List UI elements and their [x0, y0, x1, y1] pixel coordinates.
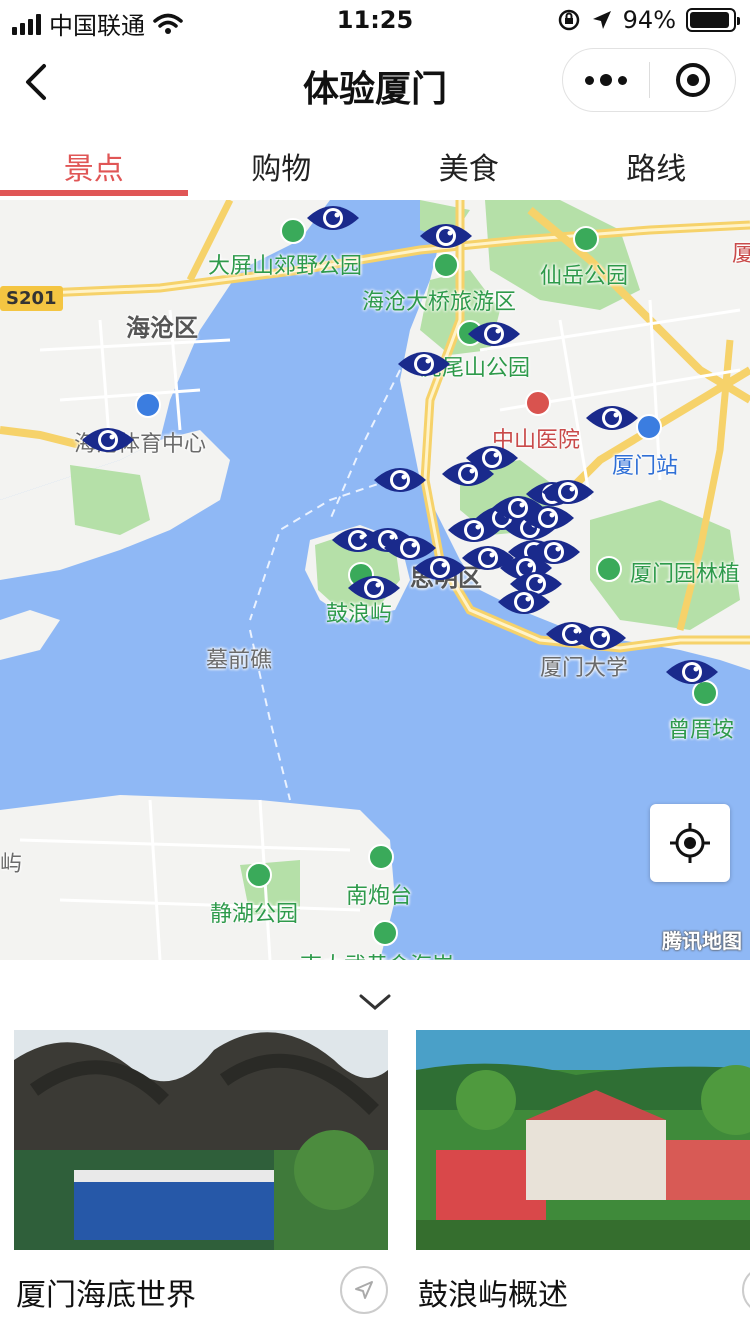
map-label-partial-bottom: 南太武黄金海岸 [300, 948, 454, 960]
scenic-poi-icon [368, 844, 394, 870]
collapse-toggle[interactable] [350, 988, 400, 1018]
eye-marker-icon[interactable] [496, 584, 552, 620]
eye-marker-icon[interactable] [464, 440, 520, 476]
scenic-poi-icon [372, 920, 398, 946]
crosshair-icon [670, 823, 710, 863]
card-photo-underwater-world [14, 1030, 388, 1250]
attraction-card[interactable]: 厦门海底世界 [14, 1030, 388, 1334]
card-photo-gulangyu [416, 1030, 750, 1250]
map-label-xiamen-station: 厦门站 [612, 454, 679, 479]
eye-marker-icon[interactable] [418, 218, 474, 254]
tab-shopping[interactable]: 购物 [188, 126, 376, 198]
card-navigate-button[interactable] [340, 1266, 388, 1314]
map-watermark: 腾讯地图 [662, 929, 742, 953]
road-shield-s201: S201 [0, 286, 63, 311]
tab-routes[interactable]: 路线 [563, 126, 750, 198]
more-button[interactable] [563, 48, 649, 112]
map-label-xianyue: 仙岳公园 [540, 264, 629, 289]
eye-marker-icon[interactable] [372, 462, 428, 498]
rotation-lock-icon [558, 9, 579, 31]
map-label-zengcuoan: 曾厝垵 [668, 718, 735, 743]
attraction-cards: 厦门海底世界 鼓浪屿概述 [14, 1030, 750, 1334]
eye-marker-icon[interactable] [572, 620, 628, 656]
map-view[interactable]: S201 大屏山郊野公园 仙岳公园 海沧大桥旅游区 海沧区 虎尾山公园 中山医院… [0, 200, 750, 960]
eye-marker-icon[interactable] [540, 474, 596, 510]
target-close-icon [675, 63, 710, 97]
eye-marker-icon[interactable] [664, 654, 720, 690]
map-label-yu: 屿 [0, 852, 23, 877]
status-right: 94% [557, 6, 740, 34]
navigation-bar: 体验厦门 [0, 40, 750, 126]
location-arrow-icon [592, 11, 611, 29]
eye-marker-icon[interactable] [346, 570, 402, 606]
park-poi-icon [246, 862, 272, 888]
eye-marker-icon[interactable] [466, 316, 522, 352]
eye-marker-icon[interactable] [305, 200, 361, 236]
miniprogram-capsule [562, 48, 736, 112]
park-poi-icon [433, 252, 459, 278]
attraction-card[interactable]: 鼓浪屿概述 [416, 1030, 750, 1334]
chevron-left-icon [26, 64, 46, 100]
category-tabs: 景点 购物 美食 路线 [0, 126, 750, 198]
eye-marker-icon[interactable] [584, 400, 640, 436]
tab-food[interactable]: 美食 [375, 126, 563, 198]
stadium-poi-icon [135, 392, 161, 418]
eye-marker-icon[interactable] [396, 346, 452, 382]
map-label-jinghu: 静湖公园 [210, 902, 299, 927]
scenic-poi-icon [596, 556, 622, 582]
navigation-arrow-icon [355, 1281, 373, 1299]
card-title: 鼓浪屿概述 [418, 1278, 568, 1313]
back-button[interactable] [18, 62, 58, 102]
map-label-dapingshan: 大屏山郊野公园 [208, 254, 363, 279]
park-poi-icon [573, 226, 599, 252]
map-label-muqianjiao: 墓前礁 [206, 648, 273, 673]
map-label-yuanlin: 厦门园林植 [630, 562, 741, 587]
park-poi-icon [280, 218, 306, 244]
locate-button[interactable] [650, 804, 730, 882]
status-bar: 中国联通 11:25 94% [0, 0, 750, 40]
map-label-haicang: 海沧区 [126, 314, 198, 342]
map-label-nanpaotai: 南炮台 [346, 884, 413, 909]
hospital-poi-icon [525, 390, 551, 416]
tab-scenic[interactable]: 景点 [0, 126, 188, 198]
map-label-haicang-bridge: 海沧大桥旅游区 [362, 290, 517, 315]
card-title: 厦门海底世界 [16, 1278, 196, 1313]
card-navigate-button[interactable] [742, 1266, 750, 1314]
close-button[interactable] [650, 48, 735, 112]
chevron-down-icon [359, 994, 391, 1010]
battery-percent: 94% [622, 6, 676, 34]
eye-marker-icon[interactable] [80, 422, 136, 458]
battery-icon [686, 8, 740, 32]
map-label-edge: 厦 [732, 242, 750, 267]
